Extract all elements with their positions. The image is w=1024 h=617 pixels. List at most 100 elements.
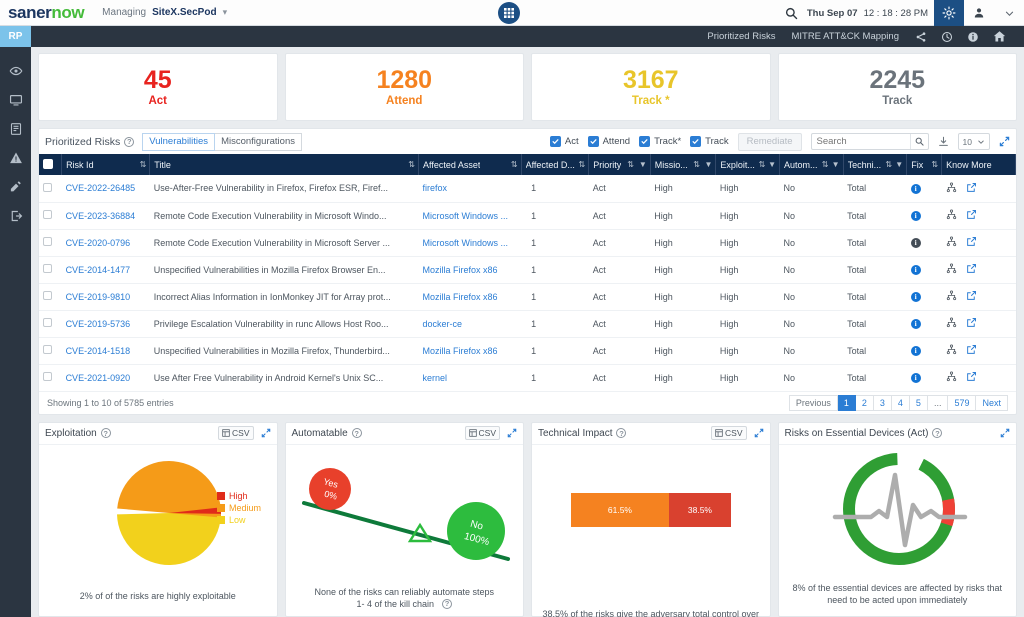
table-row[interactable]: CVE-2020-0796 Remote Code Execution Vulne… [39,229,1016,257]
sort-icon[interactable]: ⇅ [759,160,766,169]
filter-checkbox-attend[interactable]: Attend [587,136,630,147]
kpi-card-attend[interactable]: 1280 Attend [284,53,524,121]
network-graph-icon[interactable] [946,290,957,303]
table-row[interactable]: CVE-2022-26485 Use-After-Free Vulnerabili… [39,175,1016,203]
sidebar-item-alert-triangle-icon[interactable] [0,143,31,172]
table-row[interactable]: CVE-2023-36884 Remote Code Execution Vuln… [39,202,1016,230]
expand-icon[interactable] [507,428,517,438]
search-submit-icon[interactable] [909,134,928,149]
open-external-icon[interactable] [966,344,977,357]
help-icon[interactable]: ? [351,428,362,438]
network-graph-icon[interactable] [946,182,957,195]
tab-misconfigurations[interactable]: Misconfigurations [215,132,302,151]
cell-fix[interactable]: i [906,364,942,392]
open-external-icon[interactable] [966,371,977,384]
row-checkbox[interactable] [43,237,52,246]
nav-item-mitre-attack-mapping[interactable]: MITRE ATT&CK Mapping [791,31,899,42]
row-checkbox[interactable] [43,182,52,192]
open-external-icon[interactable] [966,263,977,276]
row-checkbox[interactable] [43,318,52,327]
column-header-affected-devices[interactable]: Affected D... ⇅ [521,154,590,175]
site-selector-value[interactable]: SiteX.SecPod [152,7,216,18]
network-graph-icon[interactable] [946,263,957,276]
cell-know-more[interactable] [941,229,1016,257]
sort-icon[interactable]: ⇅ [931,160,938,169]
row-select-cell[interactable] [39,256,62,284]
network-graph-icon[interactable] [946,344,957,357]
network-graph-icon[interactable] [946,209,957,222]
row-checkbox[interactable] [43,291,52,300]
expand-icon[interactable] [261,428,271,438]
cell-affected-asset[interactable]: Mozilla Firefox x86 [418,256,522,284]
kpi-card-track-star[interactable]: 3167 Track * [531,53,771,121]
sort-icon[interactable]: ⇅ [627,160,634,169]
select-all-header[interactable] [39,154,63,175]
sort-icon[interactable]: ⇅ [822,160,829,169]
open-external-icon[interactable] [966,182,977,195]
kpi-card-act[interactable]: 45 Act [38,53,278,121]
row-select-cell[interactable] [39,229,62,257]
cell-know-more[interactable] [941,256,1016,284]
info-icon[interactable] [967,31,979,43]
search-input[interactable] [811,136,910,147]
sort-icon[interactable]: ⇅ [693,160,700,169]
cell-affected-asset[interactable]: docker-ce [418,310,522,338]
filter-icon[interactable]: ▼ [895,160,903,169]
cell-know-more[interactable] [941,283,1016,311]
pagination-next[interactable]: Next [976,394,1008,411]
filter-checkbox-track-star[interactable]: Track* [639,136,681,147]
cell-affected-asset[interactable]: Microsoft Windows ... [418,229,522,257]
filter-icon[interactable]: ▼ [639,160,647,169]
cell-risk-id[interactable]: CVE-2022-26485 [61,175,150,203]
pagination-page-3[interactable]: 3 [873,394,892,411]
sidebar-item-report-icon[interactable] [0,114,31,143]
sidebar-item-patch-icon[interactable] [0,172,31,201]
help-icon[interactable]: ? [124,136,135,147]
row-select-cell[interactable] [39,337,62,365]
help-icon[interactable]: ? [442,599,453,610]
open-external-icon[interactable] [966,209,977,222]
column-header-technical-impact[interactable]: Techni... ⇅ ▼ [843,154,908,175]
row-checkbox[interactable] [43,372,52,381]
share-icon[interactable] [915,31,927,43]
csv-export-button[interactable]: CSV [464,426,500,440]
cell-fix[interactable]: i [906,256,942,284]
network-graph-icon[interactable] [946,317,957,330]
cell-risk-id[interactable]: CVE-2019-5736 [61,310,150,338]
cell-affected-asset[interactable]: Mozilla Firefox x86 [418,283,522,311]
sidebar-item-visibility-icon[interactable] [0,56,31,85]
help-icon[interactable]: ? [100,428,111,438]
filter-icon[interactable]: ▼ [768,160,776,169]
row-select-cell[interactable] [39,310,62,338]
pagination-page-2[interactable]: 2 [855,394,874,411]
expand-icon[interactable] [999,136,1010,147]
row-select-cell[interactable] [39,175,62,203]
column-header-exploitation[interactable]: Exploit... ⇅ ▼ [715,154,781,175]
cell-fix[interactable]: i [906,202,942,230]
sort-icon[interactable]: ⇅ [511,160,518,169]
cell-fix[interactable]: i [906,337,942,365]
info-icon[interactable]: i [910,264,921,275]
cell-affected-asset[interactable]: kernel [418,364,522,392]
table-row[interactable]: CVE-2019-5736 Privilege Escalation Vulner… [39,310,1016,338]
cell-know-more[interactable] [941,310,1016,338]
expand-icon[interactable] [754,428,764,438]
filter-icon[interactable]: ▼ [705,160,713,169]
pagination-page-last[interactable]: 579 [948,394,977,411]
sidebar-item-logout-icon[interactable] [0,201,31,230]
help-icon[interactable]: ? [616,428,627,438]
sidebar-item-monitor-icon[interactable] [0,85,31,114]
search-icon[interactable] [777,0,807,26]
cell-fix[interactable]: i [906,175,942,203]
info-icon[interactable]: i [910,372,921,383]
pagination-page-1[interactable]: 1 [837,394,856,411]
sort-icon[interactable]: ⇅ [408,160,415,169]
cell-risk-id[interactable]: CVE-2020-0796 [61,229,150,257]
cell-affected-asset[interactable]: Microsoft Windows ... [418,202,522,230]
row-select-cell[interactable] [39,283,62,311]
info-icon[interactable]: i [910,345,921,356]
row-checkbox[interactable] [43,345,52,354]
user-icon[interactable] [964,0,994,26]
download-icon[interactable] [938,136,949,147]
select-all-checkbox[interactable] [43,158,53,169]
